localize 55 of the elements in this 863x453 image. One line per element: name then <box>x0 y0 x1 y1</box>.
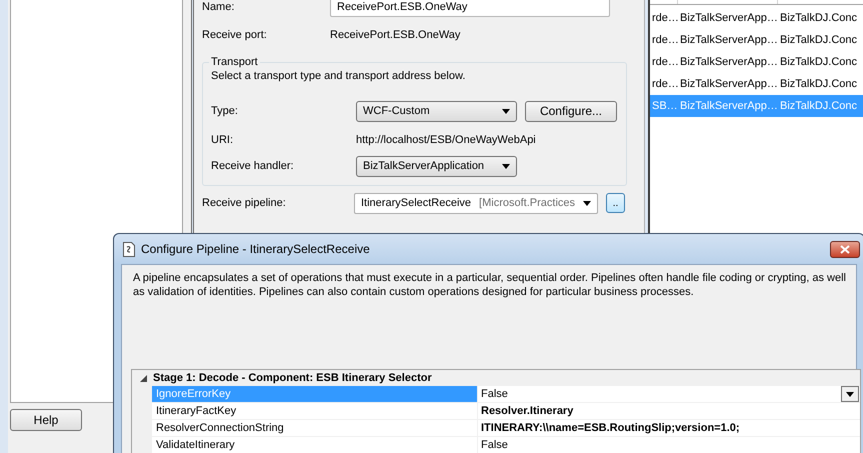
list-cell-text: BizTalkServerApp… <box>679 12 778 24</box>
property-name[interactable]: ValidateItinerary <box>152 437 478 453</box>
receive-port-value: ReceivePort.ESB.OneWay <box>330 29 462 41</box>
property-value-text: Resolver.Itinerary <box>481 404 574 419</box>
dropdown-caret-icon <box>846 392 854 396</box>
receive-pipeline-dropdown[interactable]: ItinerarySelectReceive [Microsoft.Practices <box>354 192 598 214</box>
dropdown-caret-icon <box>583 200 591 206</box>
name-input[interactable]: ReceivePort.ESB.OneWay <box>330 0 610 17</box>
property-value[interactable]: False <box>478 386 860 402</box>
receive-pipeline-label: Receive pipeline: <box>202 197 287 209</box>
property-value[interactable]: Resolver.Itinerary <box>478 403 860 419</box>
list-cell-text: BizTalkServerApp… <box>679 78 778 90</box>
list-cell-text: rde… <box>651 78 678 90</box>
list-cell-text: BizTalkServerApp… <box>679 56 778 68</box>
receive-handler-label: Receive handler: <box>211 160 295 172</box>
help-button[interactable]: Help <box>10 409 82 431</box>
configure-button[interactable]: Configure... <box>525 100 617 122</box>
list-cell-text: rde… <box>651 56 678 68</box>
list-cell-text: BizTalkDJ.Conc <box>779 34 858 46</box>
property-value[interactable]: False <box>478 437 860 453</box>
pipeline-description: A pipeline encapsulates a set of operations that must execute in a particular, sequential order. Pipelines often handle file coding or crypting, as well as validation of identities. Pipelines can also contain custom operations designed for particular business processes. <box>133 271 847 299</box>
list-cell-text: BizTalkDJ.Conc <box>779 100 858 112</box>
close-button[interactable] <box>830 240 860 258</box>
property-value-text: ITINERARY:\\name=ESB.RoutingSlip;version=1.0; <box>481 421 740 436</box>
list-cell-text: BizTalkDJ.Conc <box>779 12 858 24</box>
property-value-text: False <box>481 387 508 402</box>
list-cell-text: BizTalkServerApp… <box>679 34 778 46</box>
window-title: Configure Pipeline - ItinerarySelectReceive <box>141 242 371 256</box>
close-icon <box>840 244 850 254</box>
list-cell-text: BizTalkServerApp… <box>679 100 778 112</box>
type-dropdown[interactable]: WCF-Custom <box>356 100 517 122</box>
transport-legend: Transport <box>209 56 260 68</box>
dropdown-caret-icon <box>502 164 510 168</box>
property-name[interactable]: ResolverConnectionString <box>152 420 478 436</box>
document-icon <box>123 242 135 256</box>
list-cell-text: rde… <box>651 34 678 46</box>
collapse-triangle-icon[interactable] <box>140 374 147 382</box>
type-label: Type: <box>211 105 239 117</box>
receive-port-label: Receive port: <box>202 29 268 41</box>
list-cell-text: rde… <box>651 12 678 24</box>
receive-handler-dropdown[interactable]: BizTalkServerApplication <box>356 156 517 176</box>
dropdown-caret-icon <box>502 108 510 114</box>
category-title: Stage 1: Decode - Component: ESB Itinerary Selector <box>153 372 432 384</box>
name-label: Name: <box>202 1 236 13</box>
dropdown-button[interactable] <box>841 386 859 402</box>
list-cell-text: BizTalkDJ.Conc <box>779 78 858 90</box>
property-value[interactable]: ITINERARY:\\name=ESB.RoutingSlip;version=1.0; <box>478 420 860 436</box>
list-cell-text: SB… <box>651 100 678 112</box>
uri-label: URI: <box>211 134 234 146</box>
property-value-text: False <box>481 438 508 453</box>
property-name[interactable]: ItineraryFactKey <box>152 403 478 419</box>
uri-value: http://localhost/ESB/OneWayWebApi <box>356 134 537 146</box>
transport-description: Select a transport type and transport address below. <box>211 70 466 82</box>
list-cell-text: BizTalkDJ.Conc <box>779 56 858 68</box>
browse-button[interactable]: .. <box>606 193 625 213</box>
